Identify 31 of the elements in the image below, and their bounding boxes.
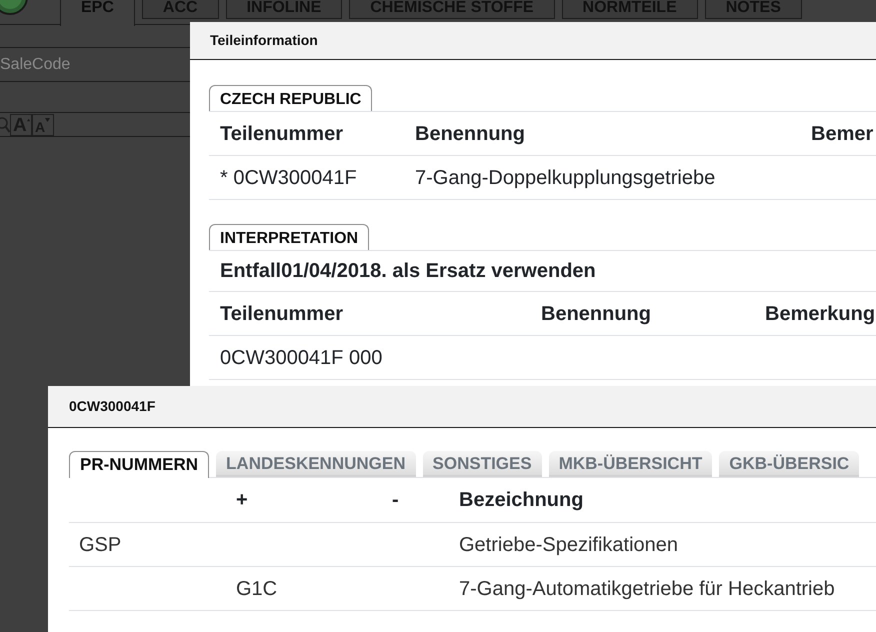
caret-down-icon [45, 118, 50, 122]
emblem-icon [0, 0, 30, 16]
table-header-cell: + [236, 489, 248, 511]
table-cell: 0CW300041F 000 [220, 346, 382, 368]
dialog-tab[interactable]: SONSTIGES [422, 451, 542, 477]
table-cell: GSP [79, 534, 122, 556]
caret-up-icon [26, 118, 30, 122]
table-header-cell: Teilenummer [220, 122, 343, 144]
section-heading: INTERPRETATION [209, 224, 370, 250]
search-icon[interactable] [0, 114, 10, 134]
dialog-title: 0CW300041F [69, 397, 156, 416]
table-header-cell: Bezeichnung [459, 489, 584, 511]
table-cell: 7-Gang-Doppelkupplungsgetriebe [415, 166, 716, 188]
table-header-cell: Bemer [811, 122, 874, 144]
table-cell: 7-Gang-Automatikgetriebe für Heckantrieb [459, 578, 835, 600]
section-heading: CZECH REPUBLIC [209, 85, 372, 111]
table-header-cell: Bemerkung [765, 302, 876, 324]
dialog-tab[interactable]: MKB-ÜBERSICHT [548, 451, 712, 477]
search-field[interactable]: SaleCode [0, 52, 180, 78]
dialog-title: Teileinformation [210, 31, 318, 50]
dialog-tab[interactable]: GKB-ÜBERSIC [719, 451, 860, 477]
interpretation-note: Entfall01/04/2018. als Ersatz verwenden [220, 259, 596, 284]
dialog-tab[interactable]: PR-NUMMERN [69, 451, 210, 478]
table-cell: Getriebe-Spezifikationen [459, 534, 678, 556]
table-header-cell: Benennung [541, 302, 651, 324]
table-header-cell: - [392, 489, 399, 511]
table-cell: * 0CW300041F [220, 166, 357, 188]
dialog-tab[interactable]: LANDESKENNUNGEN [216, 451, 416, 477]
table-cell: G1C [236, 578, 278, 600]
table-header-cell: Teilenummer [220, 302, 343, 324]
table-header-cell: Benennung [415, 122, 525, 144]
